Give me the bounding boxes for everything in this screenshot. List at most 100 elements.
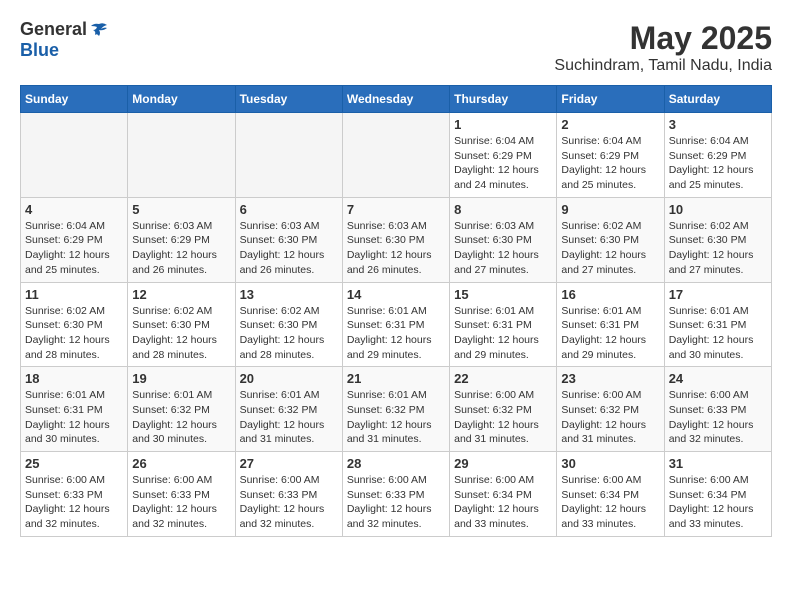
cell-content: Sunrise: 6:02 AM Sunset: 6:30 PM Dayligh… (561, 219, 659, 278)
cell-content: Sunrise: 6:01 AM Sunset: 6:31 PM Dayligh… (347, 304, 445, 363)
calendar-cell: 29 Sunrise: 6:00 AM Sunset: 6:34 PM Dayli… (450, 452, 557, 537)
main-title: May 2025 (554, 20, 772, 57)
cell-content: Sunrise: 6:04 AM Sunset: 6:29 PM Dayligh… (561, 134, 659, 193)
header-cell-tuesday: Tuesday (235, 86, 342, 113)
day-number: 8 (454, 202, 552, 217)
cell-content: Sunrise: 6:02 AM Sunset: 6:30 PM Dayligh… (669, 219, 767, 278)
day-number: 19 (132, 371, 230, 386)
day-number: 6 (240, 202, 338, 217)
header-cell-thursday: Thursday (450, 86, 557, 113)
calendar-cell: 4Sunrise: 6:04 AM Sunset: 6:29 PM Daylig… (21, 197, 128, 282)
calendar-cell: 9 Sunrise: 6:02 AM Sunset: 6:30 PM Daylig… (557, 197, 664, 282)
week-row-5: 25 Sunrise: 6:00 AM Sunset: 6:33 PM Dayli… (21, 452, 772, 537)
day-number: 24 (669, 371, 767, 386)
day-number: 17 (669, 287, 767, 302)
day-number: 27 (240, 456, 338, 471)
week-row-1: 1 Sunrise: 6:04 AM Sunset: 6:29 PM Daylig… (21, 113, 772, 198)
week-row-3: 11 Sunrise: 6:02 AM Sunset: 6:30 PM Dayli… (21, 282, 772, 367)
subtitle: Suchindram, Tamil Nadu, India (554, 57, 772, 75)
calendar-cell: 19 Sunrise: 6:01 AM Sunset: 6:32 PM Dayli… (128, 367, 235, 452)
cell-content: Sunrise: 6:00 AM Sunset: 6:34 PM Dayligh… (561, 473, 659, 532)
week-row-2: 4Sunrise: 6:04 AM Sunset: 6:29 PM Daylig… (21, 197, 772, 282)
cell-content: Sunrise: 6:00 AM Sunset: 6:33 PM Dayligh… (669, 388, 767, 447)
day-number: 18 (25, 371, 123, 386)
calendar-cell: 7Sunrise: 6:03 AM Sunset: 6:30 PM Daylig… (342, 197, 449, 282)
cell-content: Sunrise: 6:02 AM Sunset: 6:30 PM Dayligh… (132, 304, 230, 363)
header-cell-sunday: Sunday (21, 86, 128, 113)
cell-content: Sunrise: 6:04 AM Sunset: 6:29 PM Dayligh… (669, 134, 767, 193)
calendar-cell: 10 Sunrise: 6:02 AM Sunset: 6:30 PM Dayli… (664, 197, 771, 282)
calendar-cell: 15Sunrise: 6:01 AM Sunset: 6:31 PM Dayli… (450, 282, 557, 367)
cell-content: Sunrise: 6:01 AM Sunset: 6:32 PM Dayligh… (347, 388, 445, 447)
header-cell-monday: Monday (128, 86, 235, 113)
day-number: 13 (240, 287, 338, 302)
cell-content: Sunrise: 6:04 AM Sunset: 6:29 PM Dayligh… (25, 219, 123, 278)
calendar-cell: 2 Sunrise: 6:04 AM Sunset: 6:29 PM Daylig… (557, 113, 664, 198)
calendar-cell (128, 113, 235, 198)
header: General Blue May 2025 Suchindram, Tamil … (20, 20, 772, 75)
cell-content: Sunrise: 6:04 AM Sunset: 6:29 PM Dayligh… (454, 134, 552, 193)
calendar-cell: 6 Sunrise: 6:03 AM Sunset: 6:30 PM Daylig… (235, 197, 342, 282)
cell-content: Sunrise: 6:01 AM Sunset: 6:32 PM Dayligh… (132, 388, 230, 447)
day-number: 16 (561, 287, 659, 302)
day-number: 20 (240, 371, 338, 386)
calendar-cell: 16 Sunrise: 6:01 AM Sunset: 6:31 PM Dayli… (557, 282, 664, 367)
header-row: SundayMondayTuesdayWednesdayThursdayFrid… (21, 86, 772, 113)
calendar-cell: 25 Sunrise: 6:00 AM Sunset: 6:33 PM Dayli… (21, 452, 128, 537)
cell-content: Sunrise: 6:00 AM Sunset: 6:33 PM Dayligh… (25, 473, 123, 532)
calendar-cell: 21Sunrise: 6:01 AM Sunset: 6:32 PM Dayli… (342, 367, 449, 452)
day-number: 28 (347, 456, 445, 471)
calendar-cell (235, 113, 342, 198)
day-number: 10 (669, 202, 767, 217)
calendar-cell: 31 Sunrise: 6:00 AM Sunset: 6:34 PM Dayli… (664, 452, 771, 537)
logo-bird-icon (89, 21, 109, 41)
title-area: May 2025 Suchindram, Tamil Nadu, India (554, 20, 772, 75)
calendar-cell: 8Sunrise: 6:03 AM Sunset: 6:30 PM Daylig… (450, 197, 557, 282)
day-number: 25 (25, 456, 123, 471)
header-cell-wednesday: Wednesday (342, 86, 449, 113)
calendar-header: SundayMondayTuesdayWednesdayThursdayFrid… (21, 86, 772, 113)
calendar-table: SundayMondayTuesdayWednesdayThursdayFrid… (20, 85, 772, 537)
cell-content: Sunrise: 6:03 AM Sunset: 6:30 PM Dayligh… (240, 219, 338, 278)
cell-content: Sunrise: 6:01 AM Sunset: 6:31 PM Dayligh… (669, 304, 767, 363)
cell-content: Sunrise: 6:01 AM Sunset: 6:31 PM Dayligh… (25, 388, 123, 447)
calendar-cell: 22Sunrise: 6:00 AM Sunset: 6:32 PM Dayli… (450, 367, 557, 452)
cell-content: Sunrise: 6:02 AM Sunset: 6:30 PM Dayligh… (240, 304, 338, 363)
cell-content: Sunrise: 6:01 AM Sunset: 6:31 PM Dayligh… (454, 304, 552, 363)
cell-content: Sunrise: 6:03 AM Sunset: 6:29 PM Dayligh… (132, 219, 230, 278)
calendar-cell: 20Sunrise: 6:01 AM Sunset: 6:32 PM Dayli… (235, 367, 342, 452)
day-number: 5 (132, 202, 230, 217)
calendar-body: 1 Sunrise: 6:04 AM Sunset: 6:29 PM Daylig… (21, 113, 772, 537)
day-number: 29 (454, 456, 552, 471)
logo-blue: Blue (20, 40, 59, 60)
logo: General Blue (20, 20, 109, 61)
cell-content: Sunrise: 6:00 AM Sunset: 6:34 PM Dayligh… (454, 473, 552, 532)
calendar-cell: 23Sunrise: 6:00 AM Sunset: 6:32 PM Dayli… (557, 367, 664, 452)
calendar-cell: 27 Sunrise: 6:00 AM Sunset: 6:33 PM Dayli… (235, 452, 342, 537)
day-number: 3 (669, 117, 767, 132)
calendar-cell: 12Sunrise: 6:02 AM Sunset: 6:30 PM Dayli… (128, 282, 235, 367)
day-number: 2 (561, 117, 659, 132)
day-number: 1 (454, 117, 552, 132)
calendar-cell: 11Sunrise: 6:02 AM Sunset: 6:30 PM Dayli… (21, 282, 128, 367)
cell-content: Sunrise: 6:03 AM Sunset: 6:30 PM Dayligh… (347, 219, 445, 278)
header-cell-saturday: Saturday (664, 86, 771, 113)
header-cell-friday: Friday (557, 86, 664, 113)
day-number: 14 (347, 287, 445, 302)
day-number: 9 (561, 202, 659, 217)
cell-content: Sunrise: 6:00 AM Sunset: 6:34 PM Dayligh… (669, 473, 767, 532)
calendar-cell (342, 113, 449, 198)
day-number: 22 (454, 371, 552, 386)
day-number: 26 (132, 456, 230, 471)
day-number: 31 (669, 456, 767, 471)
cell-content: Sunrise: 6:00 AM Sunset: 6:33 PM Dayligh… (132, 473, 230, 532)
day-number: 11 (25, 287, 123, 302)
week-row-4: 18 Sunrise: 6:01 AM Sunset: 6:31 PM Dayli… (21, 367, 772, 452)
cell-content: Sunrise: 6:00 AM Sunset: 6:33 PM Dayligh… (347, 473, 445, 532)
calendar-cell: 3 Sunrise: 6:04 AM Sunset: 6:29 PM Daylig… (664, 113, 771, 198)
calendar-cell: 13 Sunrise: 6:02 AM Sunset: 6:30 PM Dayli… (235, 282, 342, 367)
calendar-cell: 26 Sunrise: 6:00 AM Sunset: 6:33 PM Dayli… (128, 452, 235, 537)
cell-content: Sunrise: 6:00 AM Sunset: 6:33 PM Dayligh… (240, 473, 338, 532)
cell-content: Sunrise: 6:01 AM Sunset: 6:31 PM Dayligh… (561, 304, 659, 363)
calendar-cell: 1 Sunrise: 6:04 AM Sunset: 6:29 PM Daylig… (450, 113, 557, 198)
